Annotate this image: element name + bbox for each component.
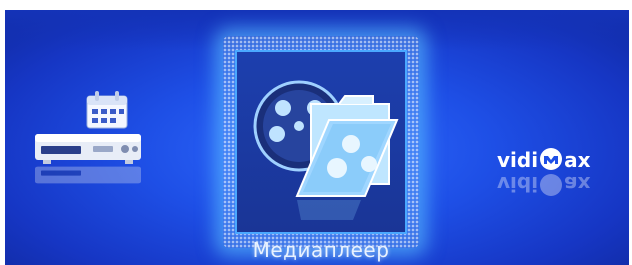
logo-reflection-right: ax <box>564 172 591 196</box>
vidimax-logo-reflection: vidi ax <box>497 172 607 196</box>
tv-menu-screen: Медиаплеер vidi ax vidi ax <box>5 10 629 265</box>
menu-item-media-player[interactable] <box>235 50 407 234</box>
logo-m-icon <box>540 148 563 170</box>
logo-text-right: ax <box>564 148 591 172</box>
media-player-icon <box>253 80 399 220</box>
recorder-icon <box>35 134 141 164</box>
logo-reflection-m-icon <box>540 174 563 196</box>
menu-item-recorder-schedule[interactable] <box>33 90 143 200</box>
logo-reflection-left: vidi <box>497 172 539 196</box>
menu-item-label: Медиаплеер <box>252 238 390 262</box>
recorder-reflection <box>35 166 141 184</box>
logo-text-left: vidi <box>497 148 539 172</box>
calendar-icon <box>86 91 128 129</box>
